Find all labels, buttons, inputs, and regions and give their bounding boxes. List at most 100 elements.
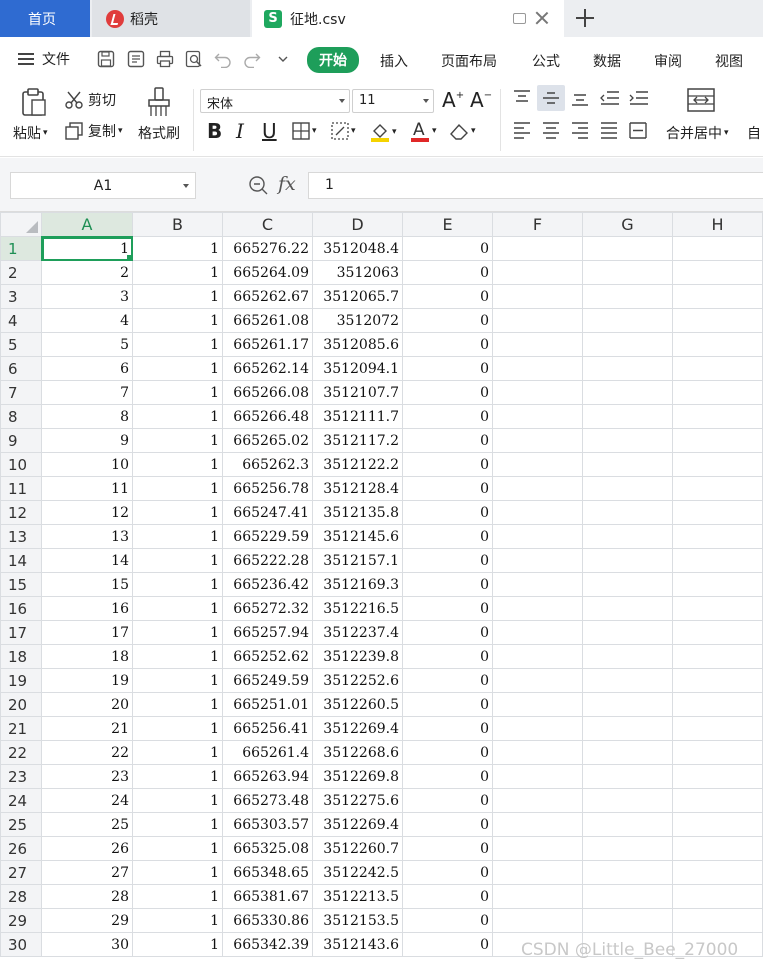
cell-a[interactable]: 22 bbox=[41, 740, 133, 765]
decrease-indent-icon[interactable] bbox=[599, 89, 621, 107]
cell-c[interactable]: 665229.59 bbox=[222, 524, 313, 549]
cell-f[interactable] bbox=[492, 380, 583, 405]
cell-a[interactable]: 20 bbox=[41, 692, 133, 717]
tab-file[interactable]: S 征地.csv bbox=[252, 0, 564, 37]
cell-e[interactable]: 0 bbox=[402, 836, 493, 861]
justify-icon[interactable] bbox=[599, 121, 619, 139]
row-header[interactable]: 20 bbox=[0, 692, 42, 717]
format-painter-button[interactable]: 格式刷 bbox=[138, 123, 180, 143]
cell-f[interactable] bbox=[492, 764, 583, 789]
cell-d[interactable]: 3512269.4 bbox=[312, 812, 403, 837]
cell-e[interactable]: 0 bbox=[402, 716, 493, 741]
export-pdf-icon[interactable] bbox=[127, 50, 145, 68]
cell-d[interactable]: 3512213.5 bbox=[312, 884, 403, 909]
file-menu-button[interactable]: 文件 bbox=[18, 49, 70, 69]
cell-a[interactable]: 2 bbox=[41, 260, 133, 285]
cell-d[interactable]: 3512065.7 bbox=[312, 284, 403, 309]
cell-e[interactable]: 0 bbox=[402, 260, 493, 285]
cell-h[interactable] bbox=[672, 788, 763, 813]
cell-a[interactable]: 8 bbox=[41, 404, 133, 429]
cell-h[interactable] bbox=[672, 380, 763, 405]
paste-icon[interactable] bbox=[18, 87, 48, 117]
cell-b[interactable]: 1 bbox=[132, 620, 223, 645]
cell-d[interactable]: 3512269.4 bbox=[312, 716, 403, 741]
row-header[interactable]: 10 bbox=[0, 452, 42, 477]
row-header[interactable]: 29 bbox=[0, 908, 42, 933]
cell-a[interactable]: 24 bbox=[41, 788, 133, 813]
cell-b[interactable]: 1 bbox=[132, 788, 223, 813]
cell-g[interactable] bbox=[582, 452, 673, 477]
cell-c[interactable]: 665272.32 bbox=[222, 596, 313, 621]
cell-g[interactable] bbox=[582, 572, 673, 597]
row-header[interactable]: 1 bbox=[0, 236, 43, 261]
cell-e[interactable]: 0 bbox=[402, 596, 493, 621]
column-header-a[interactable]: A bbox=[41, 212, 133, 238]
zoom-formula-icon[interactable] bbox=[248, 175, 268, 195]
cell-c[interactable]: 665222.28 bbox=[222, 548, 313, 573]
decrease-font-icon[interactable]: A − bbox=[470, 88, 492, 112]
cell-g[interactable] bbox=[582, 356, 673, 381]
cell-g[interactable] bbox=[582, 404, 673, 429]
cell-b[interactable]: 1 bbox=[132, 764, 223, 789]
cell-g[interactable] bbox=[582, 668, 673, 693]
cell-e[interactable]: 0 bbox=[402, 428, 493, 453]
cell-d[interactable]: 3512252.6 bbox=[312, 668, 403, 693]
cell-g[interactable] bbox=[582, 284, 673, 309]
cell-f[interactable] bbox=[492, 548, 583, 573]
cell-f[interactable] bbox=[492, 620, 583, 645]
cell-a[interactable]: 9 bbox=[41, 428, 133, 453]
row-header[interactable]: 21 bbox=[0, 716, 42, 741]
cell-h[interactable] bbox=[672, 764, 763, 789]
row-header[interactable]: 14 bbox=[0, 548, 42, 573]
cell-g[interactable] bbox=[582, 836, 673, 861]
cell-e[interactable]: 0 bbox=[402, 308, 493, 333]
cell-h[interactable] bbox=[672, 884, 763, 909]
undo-icon[interactable] bbox=[214, 50, 232, 69]
cell-a[interactable]: 6 bbox=[41, 356, 133, 381]
column-header-c[interactable]: C bbox=[222, 212, 313, 237]
cell-f[interactable] bbox=[492, 860, 583, 885]
name-box[interactable]: A1 bbox=[10, 172, 196, 199]
increase-indent-icon[interactable] bbox=[628, 89, 650, 107]
cell-d[interactable]: 3512135.8 bbox=[312, 500, 403, 525]
tab-docer[interactable]: 稻壳 bbox=[92, 0, 250, 37]
row-header[interactable]: 6 bbox=[0, 356, 42, 381]
cut-button[interactable]: 剪切 bbox=[64, 90, 116, 110]
column-header-g[interactable]: G bbox=[582, 212, 673, 237]
cell-d[interactable]: 3512269.8 bbox=[312, 764, 403, 789]
row-header[interactable]: 5 bbox=[0, 332, 42, 357]
cell-a[interactable]: 26 bbox=[41, 836, 133, 861]
cell-a[interactable]: 12 bbox=[41, 500, 133, 525]
cell-e[interactable]: 0 bbox=[402, 548, 493, 573]
font-size-select[interactable]: 11 bbox=[352, 89, 434, 113]
cell-b[interactable]: 1 bbox=[132, 932, 223, 957]
cell-f[interactable] bbox=[492, 476, 583, 501]
font-color-icon[interactable]: A ▾ bbox=[409, 119, 437, 143]
row-header[interactable]: 4 bbox=[0, 308, 42, 333]
row-header[interactable]: 25 bbox=[0, 812, 42, 837]
cell-a[interactable]: 29 bbox=[41, 908, 133, 933]
cell-c[interactable]: 665276.22 bbox=[222, 236, 313, 261]
cell-b[interactable]: 1 bbox=[132, 524, 223, 549]
cell-f[interactable] bbox=[492, 500, 583, 525]
cell-a[interactable]: 11 bbox=[41, 476, 133, 501]
cell-f[interactable] bbox=[492, 908, 583, 933]
cell-e[interactable]: 0 bbox=[402, 380, 493, 405]
cell-h[interactable] bbox=[672, 572, 763, 597]
menu-formulas[interactable]: 公式 bbox=[532, 51, 560, 71]
cell-c[interactable]: 665303.57 bbox=[222, 812, 313, 837]
row-header[interactable]: 22 bbox=[0, 740, 42, 765]
cell-h[interactable] bbox=[672, 524, 763, 549]
cell-f[interactable] bbox=[492, 524, 583, 549]
cell-a[interactable]: 18 bbox=[41, 644, 133, 669]
row-header[interactable]: 27 bbox=[0, 860, 42, 885]
cell-b[interactable]: 1 bbox=[132, 284, 223, 309]
align-bottom-icon[interactable] bbox=[570, 89, 590, 107]
cell-h[interactable] bbox=[672, 356, 763, 381]
cell-c[interactable]: 665381.67 bbox=[222, 884, 313, 909]
formula-input[interactable]: 1 bbox=[308, 172, 763, 199]
row-header[interactable]: 15 bbox=[0, 572, 42, 597]
cell-b[interactable]: 1 bbox=[132, 596, 223, 621]
cell-e[interactable]: 0 bbox=[402, 908, 493, 933]
cell-a[interactable]: 14 bbox=[41, 548, 133, 573]
